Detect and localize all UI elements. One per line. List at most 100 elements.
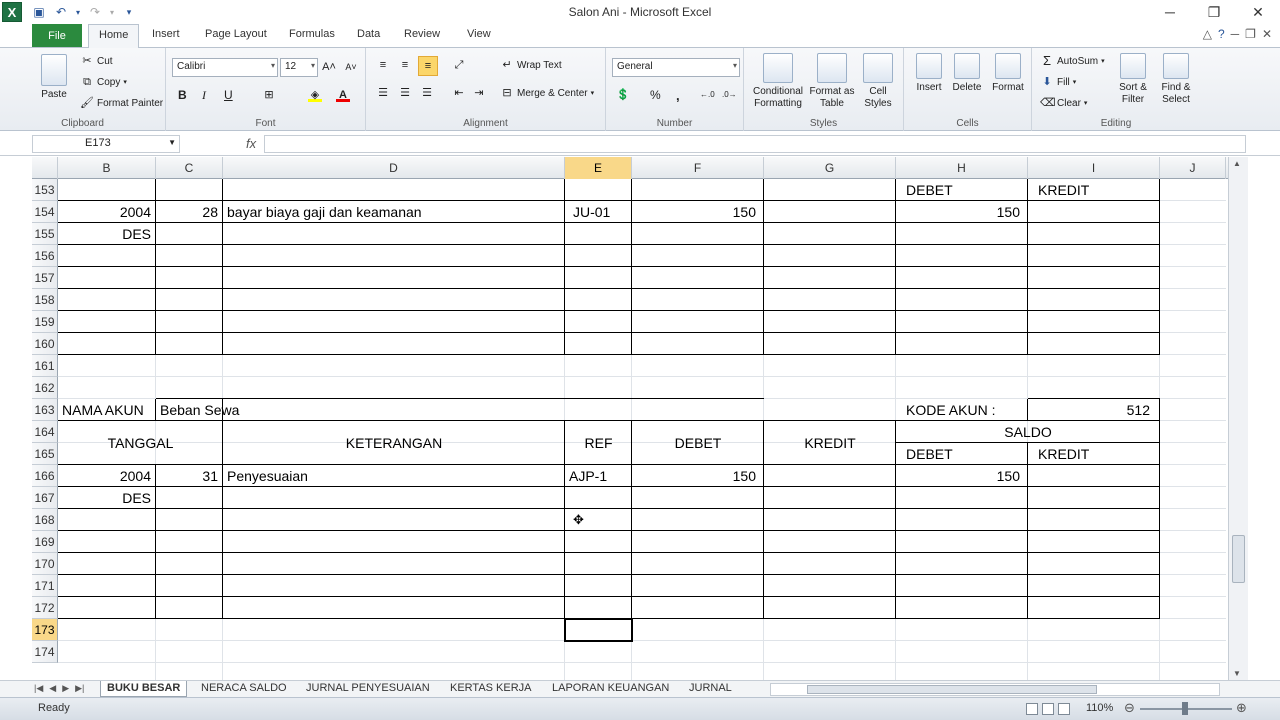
horizontal-scrollbar[interactable]: [770, 683, 1220, 696]
row-header-174[interactable]: 174: [32, 641, 58, 663]
scroll-up-icon[interactable]: ▲: [1233, 159, 1241, 168]
sheet-tab-buku-besar[interactable]: BUKU BESAR: [100, 681, 188, 697]
header-saldo[interactable]: SALDO: [896, 421, 1160, 443]
comma-button[interactable]: ,: [676, 88, 680, 103]
select-all-corner[interactable]: [32, 157, 58, 179]
wrap-text-button[interactable]: ↵ Wrap Text: [500, 58, 561, 72]
workbook-close-icon[interactable]: ✕: [1262, 27, 1272, 41]
sheet-tab-laporan-keuangan[interactable]: LAPORAN KEUANGAN: [546, 681, 675, 697]
cell-h154[interactable]: 150: [896, 201, 1024, 223]
tab-file[interactable]: File: [32, 24, 82, 47]
row-header-155[interactable]: 155: [32, 223, 58, 245]
cell-c163[interactable]: Beban Sewa: [156, 399, 565, 421]
bold-button[interactable]: B: [178, 88, 187, 102]
cell-h153[interactable]: DEBET: [902, 179, 1028, 201]
active-cell-selection[interactable]: [564, 618, 633, 642]
column-header-d[interactable]: D: [223, 157, 565, 179]
row-header-164[interactable]: 164: [32, 421, 58, 443]
header-kredit[interactable]: KREDIT: [764, 421, 896, 465]
row-header-172[interactable]: 172: [32, 597, 58, 619]
row-header-162[interactable]: 162: [32, 377, 58, 399]
row-header-167[interactable]: 167: [32, 487, 58, 509]
cell-c166[interactable]: 31: [156, 465, 222, 487]
cell-b167[interactable]: DES: [58, 487, 155, 509]
font-size-combo[interactable]: 12 ▾: [280, 58, 318, 77]
row-header-158[interactable]: 158: [32, 289, 58, 311]
increase-decimal-button[interactable]: ←.0: [700, 88, 715, 102]
column-header-c[interactable]: C: [156, 157, 223, 179]
page-layout-view-icon[interactable]: [1042, 703, 1054, 715]
column-header-f[interactable]: F: [632, 157, 764, 179]
name-box[interactable]: E173 ▼: [32, 135, 180, 153]
cell-f154[interactable]: 150: [632, 201, 760, 223]
normal-view-icon[interactable]: [1026, 703, 1038, 715]
row-header-156[interactable]: 156: [32, 245, 58, 267]
cell-h166[interactable]: 150: [896, 465, 1024, 487]
tab-formulas[interactable]: Formulas: [289, 28, 335, 40]
merge-center-button[interactable]: ⊟ Merge & Center ▾: [500, 86, 594, 100]
column-header-e[interactable]: E: [565, 157, 632, 179]
conditional-formatting-button[interactable]: Conditional Formatting: [748, 53, 808, 110]
zoom-in-icon[interactable]: ⊕: [1236, 700, 1247, 716]
cell-d154[interactable]: bayar biaya gaji dan keamanan: [223, 201, 564, 223]
row-header-170[interactable]: 170: [32, 553, 58, 575]
cell-b166[interactable]: 2004: [58, 465, 155, 487]
row-header-159[interactable]: 159: [32, 311, 58, 333]
column-header-i[interactable]: I: [1028, 157, 1160, 179]
cell-b155[interactable]: DES: [58, 223, 155, 245]
cell-i165[interactable]: KREDIT: [1034, 443, 1160, 465]
clear-button[interactable]: ⌫ Clear ▾: [1040, 96, 1087, 110]
cell-e154[interactable]: JU-01: [569, 201, 631, 223]
formula-input[interactable]: [264, 135, 1246, 153]
sheet-tab-kertas-kerja[interactable]: KERTAS KERJA: [444, 681, 538, 697]
minimize-ribbon-icon[interactable]: △: [1203, 27, 1212, 41]
header-keterangan[interactable]: KETERANGAN: [223, 421, 565, 465]
row-header-168[interactable]: 168: [32, 509, 58, 531]
row-header-169[interactable]: 169: [32, 531, 58, 553]
format-painter-button[interactable]: 🖌 Format Painter: [80, 96, 163, 110]
copy-button[interactable]: ⧉ Copy ▾: [80, 75, 127, 89]
font-name-combo[interactable]: Calibri ▾: [172, 58, 278, 77]
fill-color-button[interactable]: ◈: [308, 88, 322, 102]
cell-i163[interactable]: 512: [1028, 399, 1154, 421]
sheet-tab-jurnal-pen[interactable]: JURNAL PEN: [683, 681, 753, 697]
vertical-scrollbar[interactable]: ▲ ▼: [1228, 157, 1248, 680]
row-header-157[interactable]: 157: [32, 267, 58, 289]
column-header-b[interactable]: B: [58, 157, 156, 179]
worksheet-grid[interactable]: BCDEFGHIJ 153 154 155 156 157 158 159 160 161 162…: [0, 157, 1280, 680]
workbook-minimize-icon[interactable]: ─: [1231, 27, 1240, 41]
cut-button[interactable]: ✂ Cut: [80, 54, 112, 68]
tab-data[interactable]: Data: [357, 28, 380, 40]
next-sheet-icon[interactable]: ▶: [62, 683, 69, 694]
shrink-font-button[interactable]: A˅: [344, 60, 358, 74]
paste-button[interactable]: Paste: [36, 54, 72, 101]
help-icon[interactable]: ?: [1218, 27, 1225, 41]
column-header-j[interactable]: J: [1160, 157, 1226, 179]
sort-filter-button[interactable]: Sort & Filter: [1112, 53, 1154, 106]
format-as-table-button[interactable]: Format as Table: [806, 53, 858, 110]
find-select-button[interactable]: Find & Select: [1154, 53, 1198, 106]
format-cells-button[interactable]: Format: [988, 53, 1028, 94]
prev-sheet-icon[interactable]: ◀: [49, 683, 56, 694]
align-middle-button[interactable]: ≡: [398, 58, 412, 72]
zoom-slider-knob[interactable]: [1182, 702, 1188, 715]
minimize-button[interactable]: ─: [1148, 0, 1192, 24]
decrease-decimal-button[interactable]: .0→: [722, 88, 737, 102]
tab-page-layout[interactable]: Page Layout: [205, 28, 267, 40]
row-header-173[interactable]: 173: [32, 619, 58, 641]
scroll-down-icon[interactable]: ▼: [1233, 669, 1241, 678]
insert-function-icon[interactable]: fx: [246, 136, 256, 151]
sheet-tab-neraca-saldo[interactable]: NERACA SALDO: [195, 681, 293, 697]
cell-i153[interactable]: KREDIT: [1034, 179, 1160, 201]
sheet-tab-jurnal-penyesuaian[interactable]: JURNAL PENYESUAIAN: [300, 681, 436, 697]
zoom-out-icon[interactable]: ⊖: [1124, 700, 1135, 716]
tab-view[interactable]: View: [467, 28, 491, 40]
align-left-button[interactable]: ☰: [376, 86, 390, 100]
fill-button[interactable]: ⬇ Fill ▾: [1040, 75, 1076, 89]
cell-styles-button[interactable]: Cell Styles: [858, 53, 898, 110]
row-header-166[interactable]: 166: [32, 465, 58, 487]
row-header-154[interactable]: 154: [32, 201, 58, 223]
row-header-161[interactable]: 161: [32, 355, 58, 377]
insert-cells-button[interactable]: Insert: [910, 53, 948, 94]
row-header-171[interactable]: 171: [32, 575, 58, 597]
